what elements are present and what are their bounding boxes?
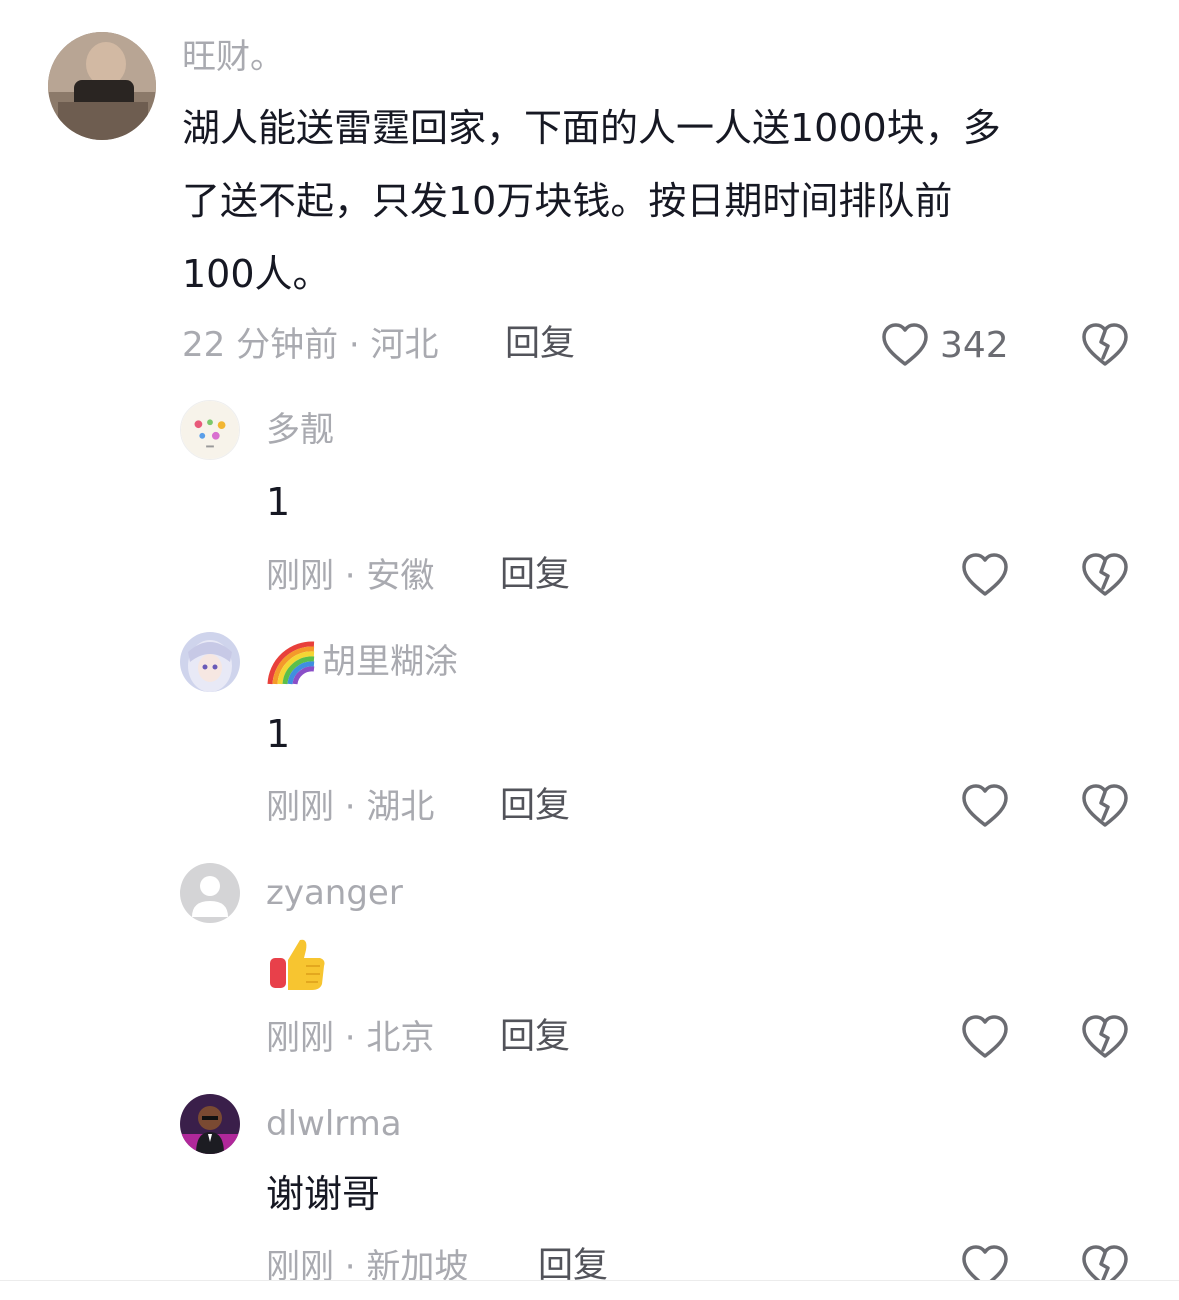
reply-avatar[interactable]: [180, 400, 240, 460]
reply-username[interactable]: 胡里糊涂: [322, 645, 458, 679]
comment-username[interactable]: 旺财。: [182, 40, 284, 74]
reply-username[interactable]: 多靓: [266, 413, 334, 447]
photo-avatar-icon: [48, 32, 156, 140]
reply-meta: 刚刚 · 湖北: [266, 787, 435, 827]
like-count: 342: [940, 325, 1009, 366]
like-button[interactable]: [880, 322, 930, 368]
dislike-button[interactable]: [1080, 552, 1130, 598]
reply-meta: 刚刚 · 安徽: [266, 556, 435, 596]
reply-text: 谢谢哥: [266, 1172, 381, 1216]
dislike-button[interactable]: [1080, 1014, 1130, 1060]
broken-heart-icon: [1082, 323, 1128, 366]
reply-username[interactable]: dlwlrma: [266, 1107, 402, 1141]
heart-outline-icon: [962, 784, 1008, 827]
dislike-button[interactable]: [1080, 322, 1130, 368]
heart-outline-icon: [962, 553, 1008, 596]
broken-heart-icon: [1082, 553, 1128, 596]
broken-heart-icon: [1082, 784, 1128, 827]
reply-text: 1: [266, 480, 291, 524]
reply-button[interactable]: 回复: [500, 1020, 570, 1055]
reply-text: 1: [266, 712, 291, 756]
cartoon-avatar-icon: [180, 1094, 240, 1154]
reply-meta: 刚刚 · 北京: [266, 1018, 435, 1058]
reply-meta: 刚刚 · 新加坡: [266, 1247, 469, 1287]
comment-meta: 22 分钟前 · 河北: [182, 325, 439, 365]
reply-button[interactable]: 回复: [538, 1249, 608, 1284]
reply-username[interactable]: zyanger: [266, 876, 403, 910]
commenter-avatar[interactable]: [48, 32, 156, 140]
broken-heart-icon: [1082, 1015, 1128, 1058]
comment-text-line: 湖人能送雷霆回家，下面的人一人送1000块，多: [182, 106, 1001, 150]
like-button[interactable]: [960, 1014, 1010, 1060]
divider: [0, 1280, 1179, 1281]
reply-avatar[interactable]: [180, 863, 240, 923]
bottom-mask: [0, 1280, 1179, 1300]
dislike-button[interactable]: [1080, 783, 1130, 829]
reply-button[interactable]: 回复: [500, 558, 570, 593]
sticker-avatar-icon: [181, 401, 239, 459]
reply-button[interactable]: 回复: [500, 789, 570, 824]
reply-avatar[interactable]: [180, 632, 240, 692]
default-user-avatar-icon: [180, 863, 240, 923]
comment-text-line: 了送不起，只发10万块钱。按日期时间排队前: [182, 179, 953, 223]
heart-outline-icon: [882, 323, 928, 366]
rainbow-icon: [266, 638, 318, 688]
reply-button[interactable]: 回复: [505, 327, 575, 362]
comment-text-line: 100人。: [182, 252, 331, 296]
thumbs-up-emoji: [268, 936, 328, 992]
anime-girl-avatar-icon: [180, 632, 240, 692]
like-button[interactable]: [960, 783, 1010, 829]
heart-outline-icon: [962, 1015, 1008, 1058]
like-button[interactable]: [960, 552, 1010, 598]
reply-avatar[interactable]: [180, 1094, 240, 1154]
